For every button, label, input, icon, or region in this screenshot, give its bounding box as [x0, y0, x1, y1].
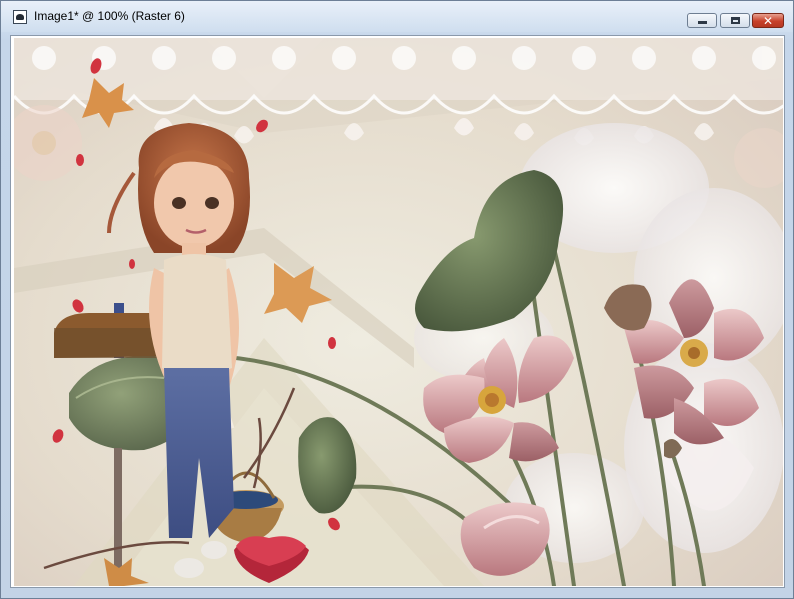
minimize-icon	[697, 21, 707, 24]
title-bar[interactable]: Image1* @ 100% (Raster 6) ✕	[1, 1, 793, 32]
close-button[interactable]: ✕	[752, 13, 784, 28]
close-icon: ✕	[762, 13, 774, 28]
app-document-icon[interactable]	[13, 10, 27, 24]
maximize-icon	[730, 17, 740, 24]
window-title: Image1* @ 100% (Raster 6)	[34, 9, 185, 23]
image-document-window: Image1* @ 100% (Raster 6) ✕	[0, 0, 794, 599]
maximize-button[interactable]	[720, 13, 750, 28]
minimize-button[interactable]	[687, 13, 717, 28]
image-canvas[interactable]	[14, 38, 783, 586]
